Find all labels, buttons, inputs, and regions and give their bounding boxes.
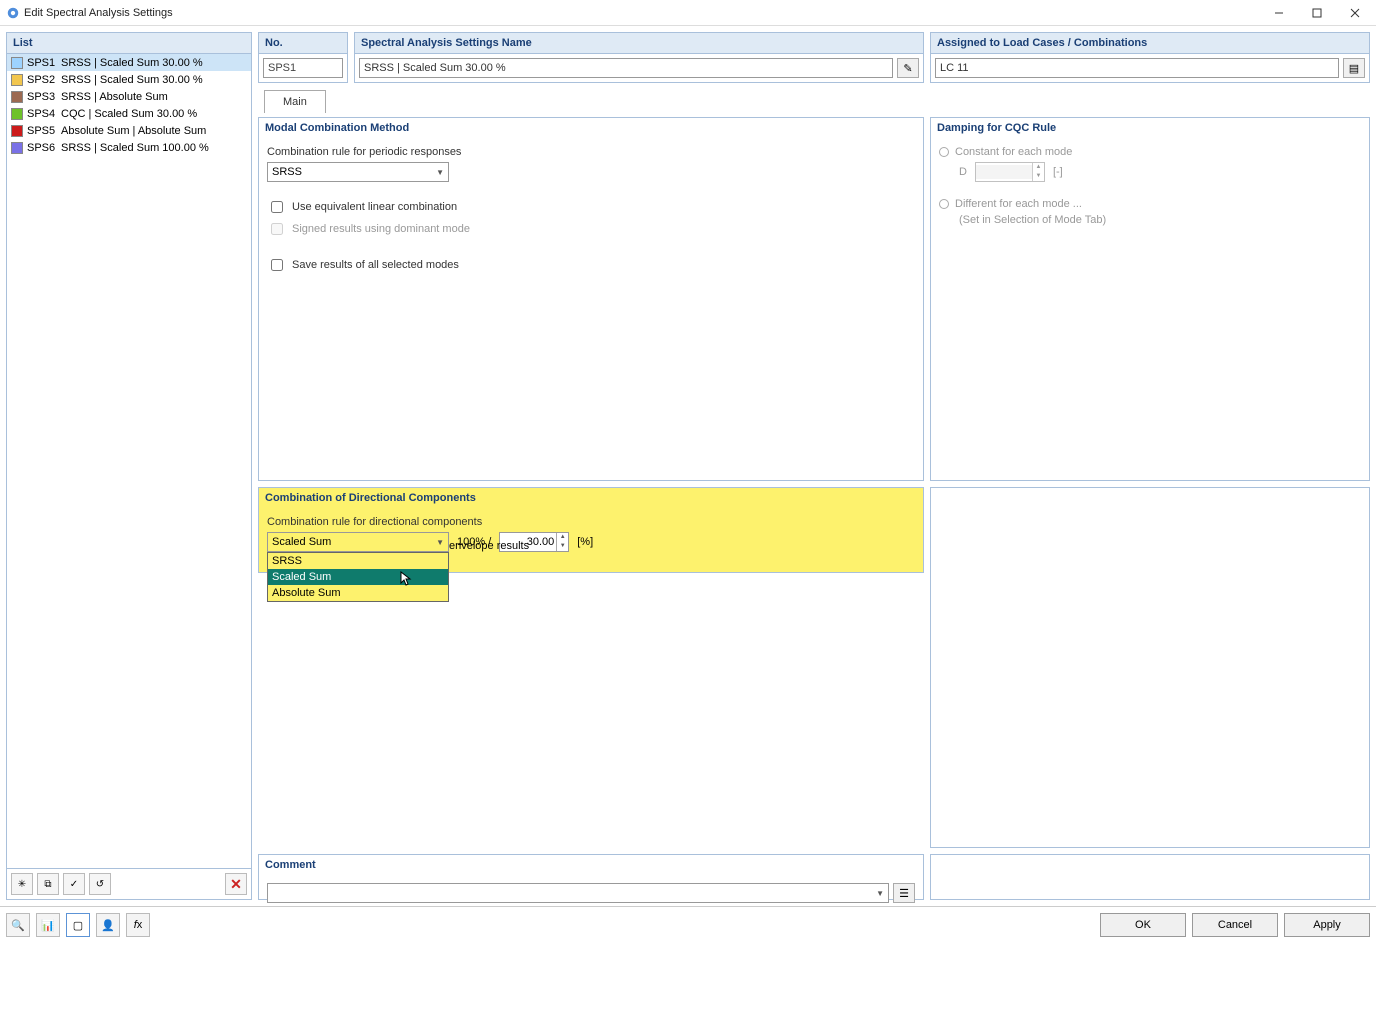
damping-note: (Set in Selection of Mode Tab) — [959, 214, 1361, 226]
save-results-checkbox[interactable]: Save results of all selected modes — [267, 256, 915, 274]
footer-user-button[interactable]: 👤 — [96, 913, 120, 937]
title-bar: Edit Spectral Analysis Settings — [0, 0, 1376, 26]
assigned-input[interactable] — [935, 58, 1339, 78]
minimize-button[interactable] — [1260, 0, 1298, 26]
comment-edit-button[interactable]: ☰ — [893, 883, 915, 903]
list-item-id: SPS4 — [27, 108, 57, 120]
delete-item-button[interactable]: ✕ — [225, 873, 247, 895]
assigned-header: Assigned to Load Cases / Combinations — [930, 32, 1370, 53]
directional-group: Combination of Directional Components Co… — [258, 487, 924, 573]
d-unit: [-] — [1053, 166, 1063, 178]
list-panel[interactable]: SPS1 SRSS | Scaled Sum 30.00 % SPS2 SRSS… — [6, 53, 252, 869]
spin-up-icon[interactable]: ▲ — [556, 533, 568, 542]
directional-rule-dropdown[interactable]: SRSSScaled SumAbsolute Sum — [267, 552, 449, 602]
list-item-id: SPS1 — [27, 57, 57, 69]
list-item-id: SPS3 — [27, 91, 57, 103]
list-toolbar: ✳ ⧉ ✓ ↺ ✕ — [6, 869, 252, 900]
dropdown-option[interactable]: Scaled Sum — [268, 569, 448, 585]
list-item[interactable]: SPS5 Absolute Sum | Absolute Sum — [7, 122, 251, 139]
app-icon — [6, 6, 20, 20]
pct-unit: [%] — [577, 536, 593, 548]
name-header: Spectral Analysis Settings Name — [354, 32, 924, 53]
modal-combination-title: Modal Combination Method — [259, 118, 923, 138]
list-item-name: CQC | Scaled Sum 30.00 % — [61, 108, 197, 120]
dialog-footer: 🔍 📊 ▢ 👤 fx OK Cancel Apply — [0, 906, 1376, 943]
new-item-button[interactable]: ✳ — [11, 873, 33, 895]
list-item-name: SRSS | Scaled Sum 30.00 % — [61, 74, 203, 86]
color-swatch — [11, 57, 23, 69]
damping-different-radio: Different for each mode ... — [939, 198, 1361, 210]
tab-bar: Main — [258, 87, 1370, 113]
edit-name-button[interactable]: ✎ — [897, 58, 919, 78]
tab-main[interactable]: Main — [264, 90, 326, 113]
damping-title: Damping for CQC Rule — [931, 118, 1369, 138]
apply-button[interactable]: Apply — [1284, 913, 1370, 937]
list-item[interactable]: SPS1 SRSS | Scaled Sum 30.00 % — [7, 54, 251, 71]
ok-button[interactable]: OK — [1100, 913, 1186, 937]
periodic-rule-label: Combination rule for periodic responses — [267, 146, 915, 158]
dropdown-option[interactable]: Absolute Sum — [268, 585, 448, 601]
name-input[interactable] — [359, 58, 893, 78]
copy-item-button[interactable]: ⧉ — [37, 873, 59, 895]
color-swatch — [11, 108, 23, 120]
color-swatch — [11, 74, 23, 86]
footer-chart-button[interactable]: 📊 — [36, 913, 60, 937]
footer-box-button[interactable]: ▢ — [66, 913, 90, 937]
list-item[interactable]: SPS2 SRSS | Scaled Sum 30.00 % — [7, 71, 251, 88]
list-item-id: SPS2 — [27, 74, 57, 86]
list-item-name: SRSS | Scaled Sum 100.00 % — [61, 142, 209, 154]
no-header: No. — [258, 32, 348, 53]
list-item-name: Absolute Sum | Absolute Sum — [61, 125, 206, 137]
use-equivalent-checkbox[interactable]: Use equivalent linear combination — [267, 198, 915, 216]
list-item-id: SPS5 — [27, 125, 57, 137]
comment-group: Comment ▼ ☰ — [258, 854, 924, 900]
periodic-rule-select[interactable]: SRSS ▼ — [267, 162, 449, 182]
damping-constant-radio: Constant for each mode — [939, 146, 1361, 158]
color-swatch — [11, 142, 23, 154]
assigned-picker-button[interactable]: ▤ — [1343, 58, 1365, 78]
empty-panel-1 — [930, 487, 1370, 848]
list-item[interactable]: SPS6 SRSS | Scaled Sum 100.00 % — [7, 139, 251, 156]
close-button[interactable] — [1336, 0, 1374, 26]
d-label: D — [959, 166, 967, 178]
signed-results-checkbox: Signed results using dominant mode — [267, 220, 915, 238]
list-item[interactable]: SPS4 CQC | Scaled Sum 30.00 % — [7, 105, 251, 122]
chevron-down-icon: ▼ — [436, 538, 444, 547]
d-spinner: ▲▼ — [975, 162, 1045, 182]
maximize-button[interactable] — [1298, 0, 1336, 26]
list-item[interactable]: SPS3 SRSS | Absolute Sum — [7, 88, 251, 105]
reload-item-button[interactable]: ↺ — [89, 873, 111, 895]
envelope-text: envelope results — [449, 540, 529, 552]
comment-title: Comment — [259, 855, 923, 875]
color-swatch — [11, 91, 23, 103]
chevron-down-icon: ▼ — [876, 889, 884, 898]
comment-select[interactable]: ▼ — [267, 883, 889, 903]
cancel-button[interactable]: Cancel — [1192, 913, 1278, 937]
footer-search-button[interactable]: 🔍 — [6, 913, 30, 937]
directional-title: Combination of Directional Components — [259, 488, 923, 508]
damping-group: Damping for CQC Rule Constant for each m… — [930, 117, 1370, 481]
chevron-down-icon: ▼ — [436, 168, 444, 177]
list-header: List — [6, 32, 252, 53]
spin-down-icon[interactable]: ▼ — [556, 542, 568, 551]
directional-rule-label: Combination rule for directional compone… — [267, 516, 915, 528]
list-item-name: SRSS | Scaled Sum 30.00 % — [61, 57, 203, 69]
no-input[interactable] — [263, 58, 343, 78]
list-item-name: SRSS | Absolute Sum — [61, 91, 168, 103]
modal-combination-group: Modal Combination Method Combination rul… — [258, 117, 924, 481]
check-item-button[interactable]: ✓ — [63, 873, 85, 895]
dropdown-option[interactable]: SRSS — [268, 553, 448, 569]
window-title: Edit Spectral Analysis Settings — [24, 7, 1260, 19]
footer-fx-button[interactable]: fx — [126, 913, 150, 937]
color-swatch — [11, 125, 23, 137]
list-item-id: SPS6 — [27, 142, 57, 154]
empty-panel-2 — [930, 854, 1370, 900]
directional-rule-select[interactable]: Scaled Sum ▼ — [267, 532, 449, 552]
